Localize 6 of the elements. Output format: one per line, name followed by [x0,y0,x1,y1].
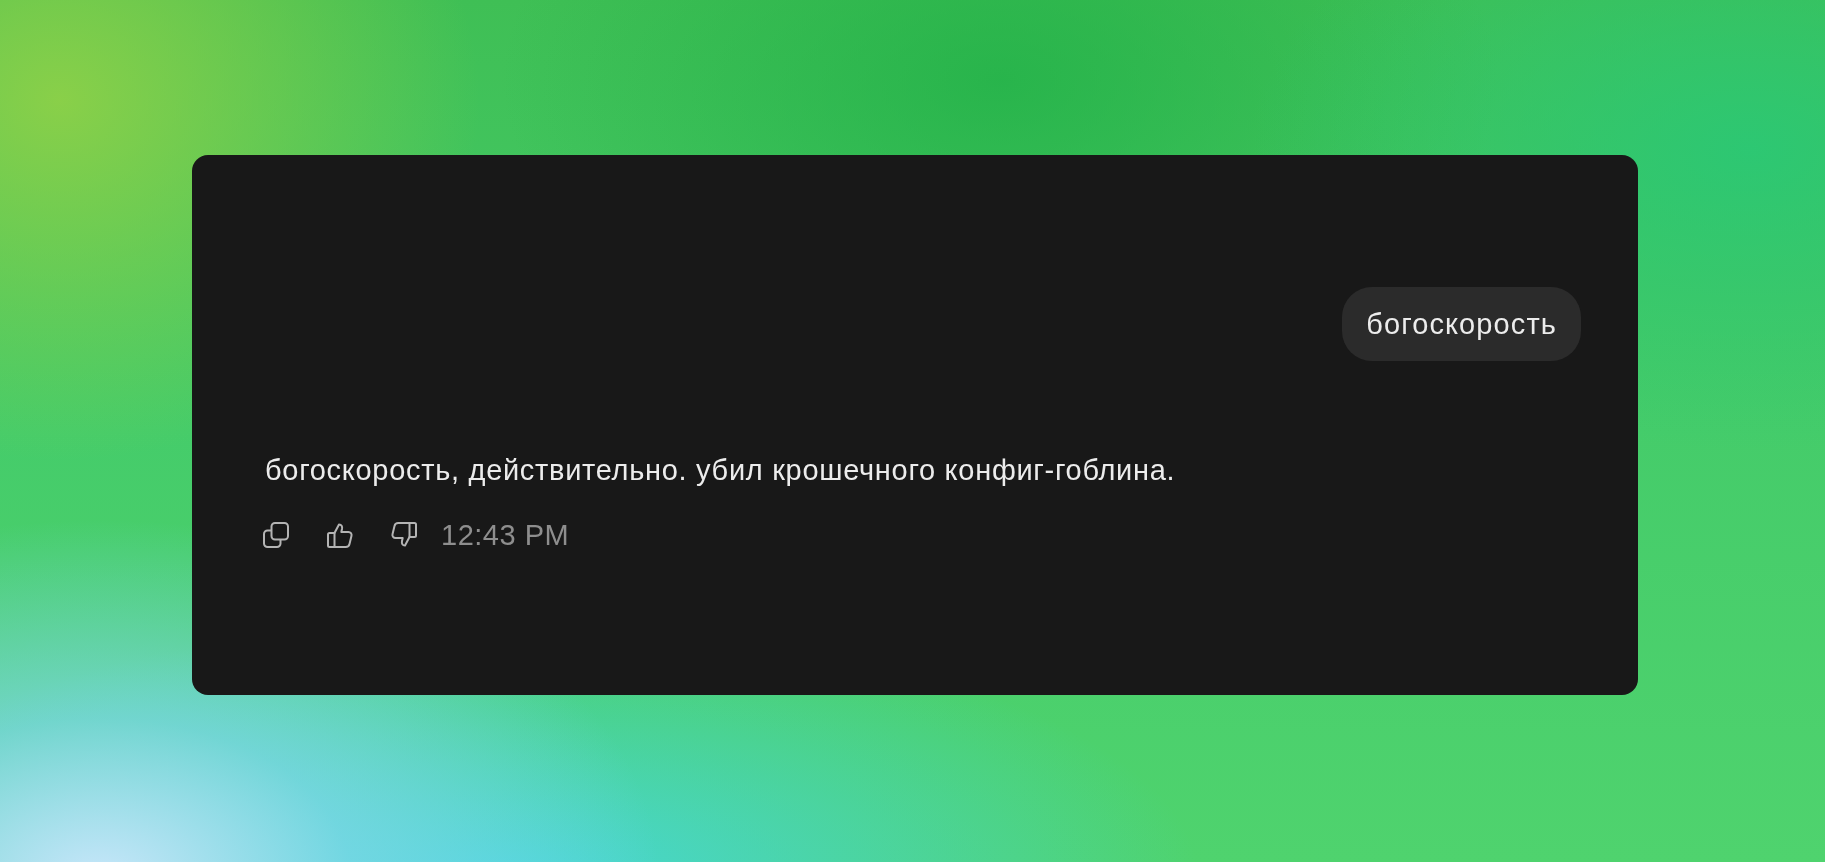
message-time: 12:43 PM [441,518,570,552]
assistant-message: богоскорость, действительно. убил крошечного конфиг-гоблина. [265,453,1176,488]
copy-icon [263,522,289,548]
thumbs-down-icon [391,522,417,548]
user-message-bubble: богоскорость [1342,287,1581,361]
thumbs-up-icon [327,522,353,548]
